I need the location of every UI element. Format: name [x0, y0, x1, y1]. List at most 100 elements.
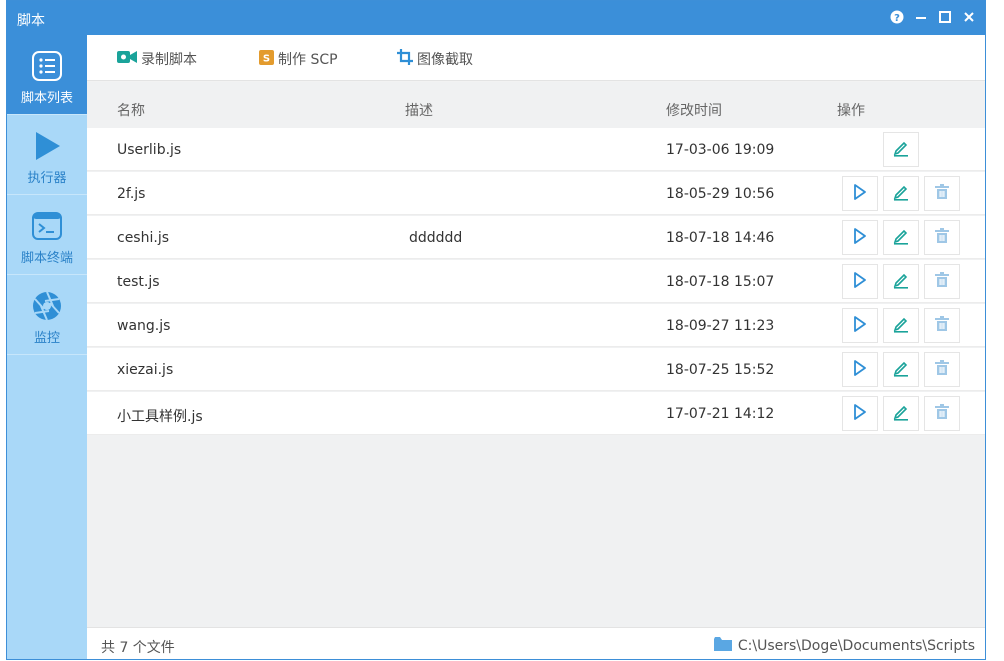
svg-text:?: ?	[894, 13, 900, 24]
run-button[interactable]	[842, 220, 878, 255]
script-modified-time: 18-09-27 11:23	[666, 318, 775, 334]
script-modified-time: 18-05-29 10:56	[666, 186, 775, 202]
column-header-actions: 操作	[837, 103, 865, 119]
sidebar-item-label: 监控	[33, 331, 60, 346]
delete-button[interactable]	[924, 308, 960, 343]
folder-icon	[713, 637, 732, 655]
edit-icon	[892, 271, 910, 293]
column-header-modified-time: 修改时间	[666, 103, 722, 119]
table-row[interactable]: ceshi.js dddddd 18-07-18 14:46	[87, 216, 985, 259]
maximize-icon[interactable]	[937, 9, 953, 25]
record-script-label: 录制脚本	[141, 52, 197, 68]
table-row[interactable]: 2f.js 18-05-29 10:56	[87, 172, 985, 215]
window-title: 脚本	[17, 13, 45, 29]
script-modified-time: 18-07-25 15:52	[666, 362, 775, 378]
close-icon[interactable]	[961, 9, 977, 25]
app-window: 脚本 ? 脚本列表 执行器 脚本终端 监控 录制脚本 S 制作 SCP 图像截取…	[6, 0, 986, 660]
aperture-icon	[30, 289, 64, 323]
sidebar: 脚本列表 执行器 脚本终端 监控	[7, 35, 87, 659]
edit-icon	[892, 403, 910, 425]
script-description: dddddd	[409, 230, 463, 246]
record-script-button[interactable]: 录制脚本	[117, 49, 197, 69]
table-row[interactable]: 小工具样例.js 17-07-21 14:12	[87, 392, 985, 435]
list-icon	[30, 49, 64, 83]
delete-button[interactable]	[924, 396, 960, 431]
play-icon	[853, 183, 867, 204]
edit-icon	[892, 227, 910, 249]
play-icon	[853, 227, 867, 248]
image-capture-label: 图像截取	[417, 52, 473, 68]
make-scp-button[interactable]: S 制作 SCP	[259, 49, 338, 69]
delete-button[interactable]	[924, 176, 960, 211]
play-icon	[853, 315, 867, 336]
window-controls: ?	[889, 9, 977, 25]
table-row[interactable]: test.js 18-07-18 15:07	[87, 260, 985, 303]
trash-icon	[934, 403, 950, 424]
sidebar-item-executor[interactable]: 执行器	[7, 115, 87, 195]
script-table: 名称 描述 修改时间 操作 Userlib.js 17-03-06 19:09 2f…	[87, 82, 985, 627]
trash-icon	[934, 359, 950, 380]
script-modified-time: 18-07-18 15:07	[666, 274, 775, 290]
trash-icon	[934, 315, 950, 336]
edit-icon	[892, 315, 910, 337]
script-name: xiezai.js	[117, 362, 174, 378]
sidebar-item-script-list[interactable]: 脚本列表	[7, 35, 87, 115]
run-button[interactable]	[842, 176, 878, 211]
file-count: 共 7 个文件	[101, 640, 175, 656]
script-name: wang.js	[117, 318, 171, 334]
edit-button[interactable]	[883, 220, 919, 255]
delete-button[interactable]	[924, 264, 960, 299]
help-icon[interactable]: ?	[889, 9, 905, 25]
script-name: 小工具样例.js	[117, 409, 203, 425]
scp-icon: S	[259, 49, 274, 69]
column-header-description: 描述	[405, 103, 433, 119]
edit-button[interactable]	[883, 308, 919, 343]
scripts-path-text: C:\Users\Doge\Documents\Scripts	[737, 638, 975, 654]
status-bar: 共 7 个文件 C:\Users\Doge\Documents\Scripts	[87, 627, 985, 659]
table-row[interactable]: xiezai.js 18-07-25 15:52	[87, 348, 985, 391]
table-row[interactable]: wang.js 18-09-27 11:23	[87, 304, 985, 347]
play-icon	[853, 359, 867, 380]
script-name: test.js	[117, 274, 160, 290]
minimize-icon[interactable]	[913, 9, 929, 25]
column-header-name: 名称	[117, 103, 145, 119]
sidebar-item-label: 脚本终端	[20, 251, 73, 266]
play-icon	[30, 129, 64, 163]
edit-icon	[892, 359, 910, 381]
run-button[interactable]	[842, 308, 878, 343]
terminal-icon	[30, 209, 64, 243]
edit-button[interactable]	[883, 176, 919, 211]
make-scp-label: 制作 SCP	[278, 52, 338, 68]
scripts-path[interactable]: C:\Users\Doge\Documents\Scripts	[713, 637, 975, 655]
edit-icon	[892, 183, 910, 205]
sidebar-item-terminal[interactable]: 脚本终端	[7, 195, 87, 275]
edit-button[interactable]	[883, 396, 919, 431]
run-button[interactable]	[842, 264, 878, 299]
image-capture-button[interactable]: 图像截取	[397, 49, 473, 69]
run-button[interactable]	[842, 396, 878, 431]
table-header: 名称 描述 修改时间 操作	[87, 82, 985, 128]
crop-icon	[397, 49, 413, 69]
svg-text:S: S	[263, 53, 270, 64]
edit-button[interactable]	[883, 132, 919, 167]
play-icon	[853, 403, 867, 424]
sidebar-item-label: 执行器	[27, 171, 67, 186]
toolbar: 录制脚本 S 制作 SCP 图像截取	[87, 35, 985, 81]
video-camera-icon	[117, 50, 137, 68]
script-modified-time: 17-03-06 19:09	[666, 142, 775, 158]
title-bar: 脚本 ?	[7, 1, 985, 35]
trash-icon	[934, 271, 950, 292]
script-name: 2f.js	[117, 186, 146, 202]
edit-icon	[892, 139, 910, 161]
play-icon	[853, 271, 867, 292]
edit-button[interactable]	[883, 352, 919, 387]
script-name: ceshi.js	[117, 230, 170, 246]
delete-button[interactable]	[924, 220, 960, 255]
run-button[interactable]	[842, 352, 878, 387]
script-modified-time: 18-07-18 14:46	[666, 230, 775, 246]
edit-button[interactable]	[883, 264, 919, 299]
table-row[interactable]: Userlib.js 17-03-06 19:09	[87, 128, 985, 171]
sidebar-item-label: 脚本列表	[20, 91, 73, 106]
sidebar-item-monitor[interactable]: 监控	[7, 275, 87, 355]
delete-button[interactable]	[924, 352, 960, 387]
